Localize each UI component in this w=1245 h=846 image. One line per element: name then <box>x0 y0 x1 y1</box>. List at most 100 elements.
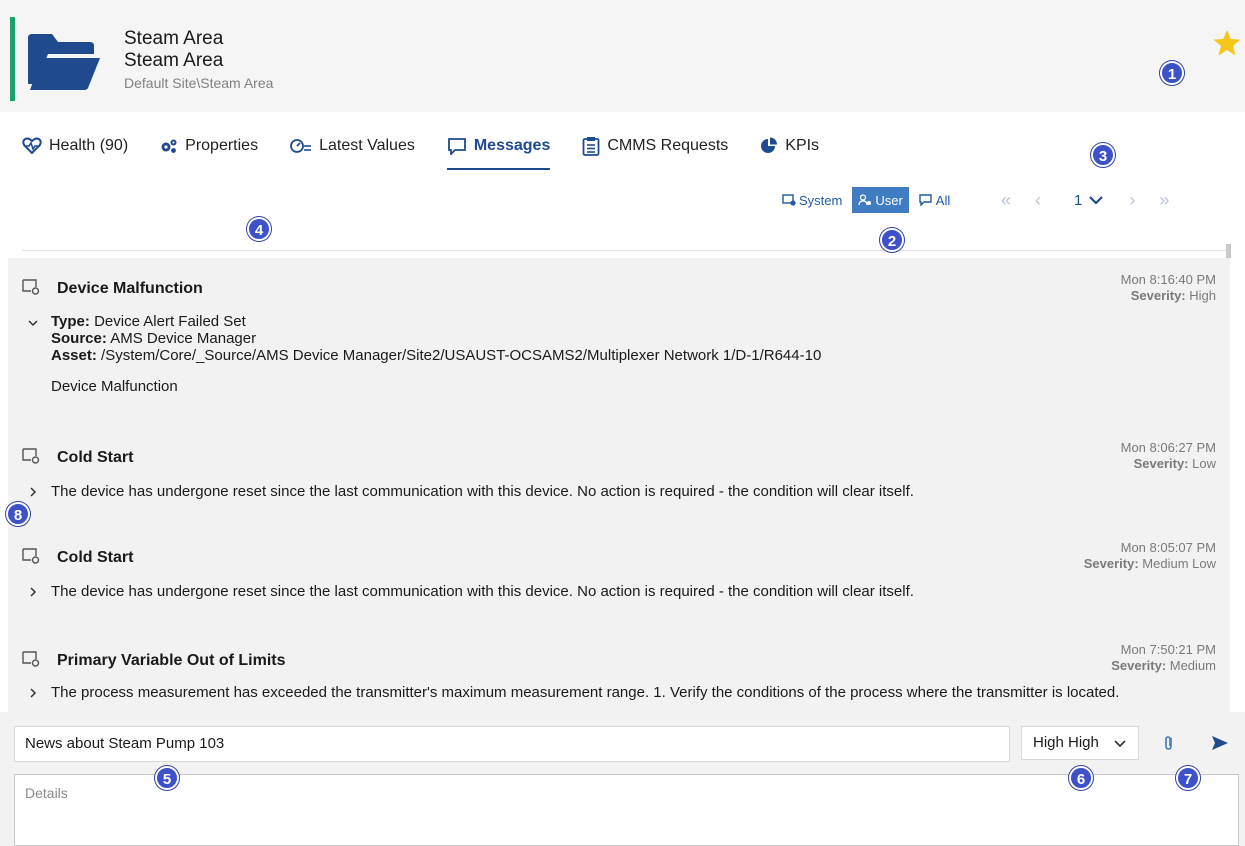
message-subject-input[interactable]: News about Steam Pump 103 <box>14 726 1010 762</box>
message-time: Mon 8:16:40 PM <box>1120 272 1216 287</box>
message-body: The process measurement has exceeded the… <box>51 684 1120 701</box>
type-label: Type: <box>51 313 90 330</box>
message-severity: Medium Low <box>1142 556 1216 571</box>
tab-label: Properties <box>185 137 259 154</box>
tab-properties[interactable]: Properties <box>160 134 258 158</box>
source-label: Source: <box>51 330 107 347</box>
message-item[interactable]: Device Malfunction Mon 8:16:40 PM Severi… <box>8 272 1230 432</box>
severity-label: Severity: <box>1111 658 1167 673</box>
chevron-down-icon[interactable] <box>27 318 39 328</box>
favorite-star-icon[interactable] <box>1212 28 1242 58</box>
severity-label: Severity: <box>1083 556 1139 571</box>
filter-system-label: System <box>799 192 843 208</box>
callout-2: 2 <box>880 228 904 252</box>
filter-all-label: All <box>935 192 951 208</box>
attachment-icon[interactable] <box>1162 734 1176 752</box>
message-severity-row: Severity: Medium Low <box>1084 556 1216 572</box>
filter-user-label: User <box>875 192 903 208</box>
device-message-icon <box>22 279 40 295</box>
filter-user-button[interactable]: User <box>852 187 909 213</box>
system-message-icon <box>782 194 796 206</box>
first-page-button[interactable]: « <box>996 190 1016 211</box>
message-body: The device has undergone reset since the… <box>51 583 914 600</box>
message-filter-bar: System User All <box>776 186 960 214</box>
message-severity-row: Severity: High <box>1121 288 1216 304</box>
tab-kpis[interactable]: KPIs <box>760 134 819 158</box>
message-list: Device Malfunction Mon 8:16:40 PM Severi… <box>8 258 1230 712</box>
filter-system-button[interactable]: System <box>776 187 848 213</box>
callout-8: 8 <box>6 502 30 526</box>
asset-subtitle: Steam Area <box>124 50 224 71</box>
tab-label: Latest Values <box>319 137 415 154</box>
user-message-icon <box>858 194 872 206</box>
next-page-button[interactable]: › <box>1122 190 1142 211</box>
callout-7: 7 <box>1176 766 1200 790</box>
message-title: Device Malfunction <box>57 280 203 297</box>
message-asset-row: Asset: /System/Core/_Source/AMS Device M… <box>51 347 821 364</box>
message-meta: Mon 7:50:21 PM Severity: Medium <box>1111 642 1216 674</box>
callout-6: 6 <box>1069 766 1093 790</box>
chevron-right-icon[interactable] <box>28 586 38 598</box>
chevron-down-icon <box>1114 740 1126 748</box>
asset-title: Steam Area <box>124 28 224 49</box>
callout-3: 3 <box>1091 143 1115 167</box>
tab-latest-values[interactable]: Latest Values <box>290 134 415 158</box>
tab-health[interactable]: Health (90) <box>22 134 128 158</box>
message-item[interactable]: Cold Start Mon 8:05:07 PM Severity: Medi… <box>8 540 1230 610</box>
message-asset: /System/Core/_Source/AMS Device Manager/… <box>101 347 822 364</box>
message-type-row: Type: Device Alert Failed Set <box>51 313 821 330</box>
asset-header: Steam Area Steam Area Default Site\Steam… <box>0 0 1245 112</box>
tab-messages[interactable]: Messages <box>446 134 551 170</box>
message-title: Cold Start <box>57 449 134 466</box>
callout-1: 1 <box>1160 61 1184 85</box>
message-time: Mon 8:06:27 PM <box>1120 440 1216 455</box>
clipboard-icon <box>582 137 600 156</box>
message-severity: Low <box>1192 456 1216 471</box>
message-source: AMS Device Manager <box>110 330 257 347</box>
message-details: Type: Device Alert Failed Set Source: AM… <box>51 313 821 395</box>
message-severity-row: Severity: Low <box>1121 456 1216 472</box>
severity-label: Severity: <box>1130 288 1186 303</box>
filter-all-button[interactable]: All <box>913 187 956 213</box>
folder-icon <box>28 34 100 90</box>
severity-select[interactable]: High High <box>1021 726 1139 760</box>
asset-path: Default Site\Steam Area <box>124 75 274 91</box>
tab-label: Health (90) <box>49 137 129 154</box>
message-item[interactable]: Primary Variable Out of Limits Mon 7:50:… <box>8 642 1230 712</box>
previous-page-button[interactable]: ‹ <box>1028 190 1048 211</box>
message-item[interactable]: Cold Start Mon 8:06:27 PM Severity: Low … <box>8 440 1230 510</box>
tab-label: Messages <box>473 137 551 154</box>
severity-select-value: High High <box>1033 734 1099 751</box>
callout-4: 4 <box>247 217 271 241</box>
message-type: Device Alert Failed Set <box>94 313 246 330</box>
chevron-right-icon[interactable] <box>28 486 38 498</box>
message-icon <box>447 138 466 155</box>
header-accent-bar <box>10 17 15 101</box>
message-body: Device Malfunction <box>51 378 178 395</box>
message-title: Primary Variable Out of Limits <box>57 652 286 669</box>
chevron-right-icon[interactable] <box>28 687 38 699</box>
heart-pulse-icon <box>22 137 42 155</box>
message-meta: Mon 8:16:40 PM Severity: High <box>1121 272 1216 304</box>
pie-chart-icon <box>761 137 778 153</box>
gears-icon <box>161 139 177 153</box>
chevron-down-icon <box>1089 196 1104 205</box>
message-time: Mon 8:05:07 PM <box>1120 540 1216 555</box>
message-meta: Mon 8:06:27 PM Severity: Low <box>1121 440 1216 472</box>
tab-label: KPIs <box>785 137 820 154</box>
header-title-block: Steam Area Steam Area Default Site\Steam… <box>124 28 273 91</box>
scrollbar-thumb[interactable] <box>1226 244 1231 258</box>
message-title: Cold Start <box>57 549 134 566</box>
last-page-button[interactable]: » <box>1154 190 1174 211</box>
device-message-icon <box>22 548 40 564</box>
message-details-textarea[interactable]: Details <box>14 774 1239 846</box>
message-severity: High <box>1189 288 1216 303</box>
message-severity: Medium <box>1169 658 1216 673</box>
page-select[interactable]: 1 <box>1074 192 1104 209</box>
severity-label: Severity: <box>1133 456 1189 471</box>
message-body: The device has undergone reset since the… <box>51 483 914 500</box>
send-icon[interactable] <box>1211 735 1229 751</box>
callout-5: 5 <box>155 766 179 790</box>
tab-cmms-requests[interactable]: CMMS Requests <box>582 134 728 158</box>
pager: « ‹ 1 › » <box>996 188 1186 212</box>
